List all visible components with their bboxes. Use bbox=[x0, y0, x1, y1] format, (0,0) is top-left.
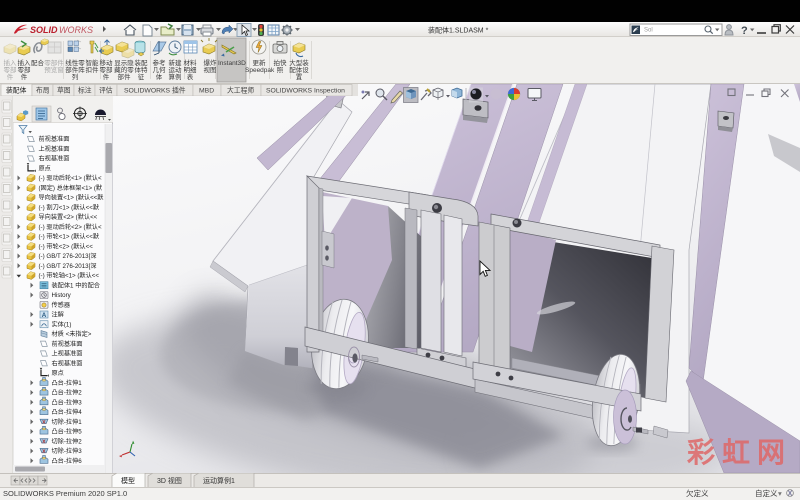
svg-text:凸台-拉伸3: 凸台-拉伸3 bbox=[52, 398, 83, 406]
svg-text:原点: 原点 bbox=[52, 369, 64, 377]
svg-text:材质 <未指定>: 材质 <未指定> bbox=[52, 330, 92, 338]
svg-text:SOLIDWORKS Premium 2020 SP1.0: SOLIDWORKS Premium 2020 SP1.0 bbox=[3, 489, 127, 498]
svg-text:原点: 原点 bbox=[39, 164, 51, 172]
svg-text:(-) 带轮轴<1> (默认<<: (-) 带轮轴<1> (默认<< bbox=[39, 272, 100, 280]
svg-text:History: History bbox=[52, 292, 72, 299]
svg-text:切除-拉伸3: 切除-拉伸3 bbox=[52, 447, 83, 455]
svg-text:?: ? bbox=[741, 25, 748, 37]
svg-text:切除-拉伸1: 切除-拉伸1 bbox=[52, 418, 83, 426]
svg-text:上视基准面: 上视基准面 bbox=[52, 350, 83, 358]
svg-text:(-) GB/T 276-2013[深: (-) GB/T 276-2013[深 bbox=[39, 252, 97, 260]
svg-text:评估: 评估 bbox=[99, 86, 113, 95]
svg-text:前视基准面: 前视基准面 bbox=[52, 340, 83, 348]
svg-text:上视基准面: 上视基准面 bbox=[39, 145, 70, 153]
svg-text:右视基准面: 右视基准面 bbox=[52, 359, 83, 367]
svg-text:导向装置<1> (默认<<默: 导向装置<1> (默认<<默 bbox=[39, 194, 105, 202]
svg-text:传感器: 传感器 bbox=[52, 301, 71, 309]
svg-text:3D 视图: 3D 视图 bbox=[157, 476, 182, 485]
svg-text:(-) 带轮<2> (默认<<: (-) 带轮<2> (默认<< bbox=[39, 242, 94, 250]
svg-text:注解: 注解 bbox=[52, 311, 64, 319]
svg-text:凸台-拉伸6: 凸台-拉伸6 bbox=[52, 457, 83, 465]
svg-text:SOLID: SOLID bbox=[30, 25, 58, 35]
svg-text:WORKS: WORKS bbox=[59, 25, 93, 35]
svg-text:(-) 割刀<1> (默认<<默: (-) 割刀<1> (默认<<默 bbox=[39, 203, 100, 211]
svg-text:大工程师: 大工程师 bbox=[227, 86, 254, 95]
svg-text:标注: 标注 bbox=[78, 86, 92, 95]
svg-text:凸台-拉伸2: 凸台-拉伸2 bbox=[52, 389, 83, 397]
svg-text:MBD: MBD bbox=[199, 88, 214, 95]
svg-text:切除-拉伸2: 切除-拉伸2 bbox=[52, 437, 83, 445]
svg-text:SOLIDWORKS 插件: SOLIDWORKS 插件 bbox=[124, 86, 186, 95]
svg-text:实体(1): 实体(1) bbox=[52, 320, 72, 328]
svg-text:(-) 驱动后轮<1> (默认<: (-) 驱动后轮<1> (默认< bbox=[39, 174, 102, 182]
svg-text:欠定义: 欠定义 bbox=[686, 488, 709, 498]
svg-text:装配体1.SLDASM *: 装配体1.SLDASM * bbox=[428, 26, 489, 35]
svg-text:(固定) 总体框架<1> (默: (固定) 总体框架<1> (默 bbox=[39, 184, 103, 192]
svg-text:(-) 带轮<1> (默认<<默: (-) 带轮<1> (默认<<默 bbox=[39, 233, 100, 241]
svg-text:彩虹网: 彩虹网 bbox=[687, 437, 792, 468]
svg-text:凸台-拉伸1: 凸台-拉伸1 bbox=[52, 379, 83, 387]
svg-text:(-) GB/T 276-2013[深: (-) GB/T 276-2013[深 bbox=[39, 262, 97, 270]
svg-text:A: A bbox=[42, 312, 47, 319]
svg-text:右视基准面: 右视基准面 bbox=[39, 155, 70, 163]
svg-text:Sol: Sol bbox=[644, 28, 653, 34]
svg-text:草图: 草图 bbox=[57, 86, 71, 95]
svg-text:前视基准面: 前视基准面 bbox=[39, 135, 70, 143]
svg-text:导向装置<2> (默认<<: 导向装置<2> (默认<< bbox=[39, 213, 98, 221]
svg-text:自定义: 自定义 bbox=[755, 488, 778, 498]
svg-text:模型: 模型 bbox=[121, 476, 135, 485]
svg-text:布局: 布局 bbox=[36, 86, 50, 95]
svg-text:凸台-拉伸4: 凸台-拉伸4 bbox=[52, 408, 83, 416]
svg-text:装配体1 中的配合: 装配体1 中的配合 bbox=[52, 281, 100, 289]
svg-text:▾: ▾ bbox=[778, 489, 782, 498]
svg-text:凸台-拉伸5: 凸台-拉伸5 bbox=[52, 428, 83, 436]
svg-text:运动算例1: 运动算例1 bbox=[203, 476, 235, 485]
svg-text:(-) 驱动后轮<2> (默认<: (-) 驱动后轮<2> (默认< bbox=[39, 223, 102, 231]
svg-text:SOLIDWORKS Inspection: SOLIDWORKS Inspection bbox=[266, 88, 345, 95]
svg-text:装配体: 装配体 bbox=[6, 86, 27, 95]
